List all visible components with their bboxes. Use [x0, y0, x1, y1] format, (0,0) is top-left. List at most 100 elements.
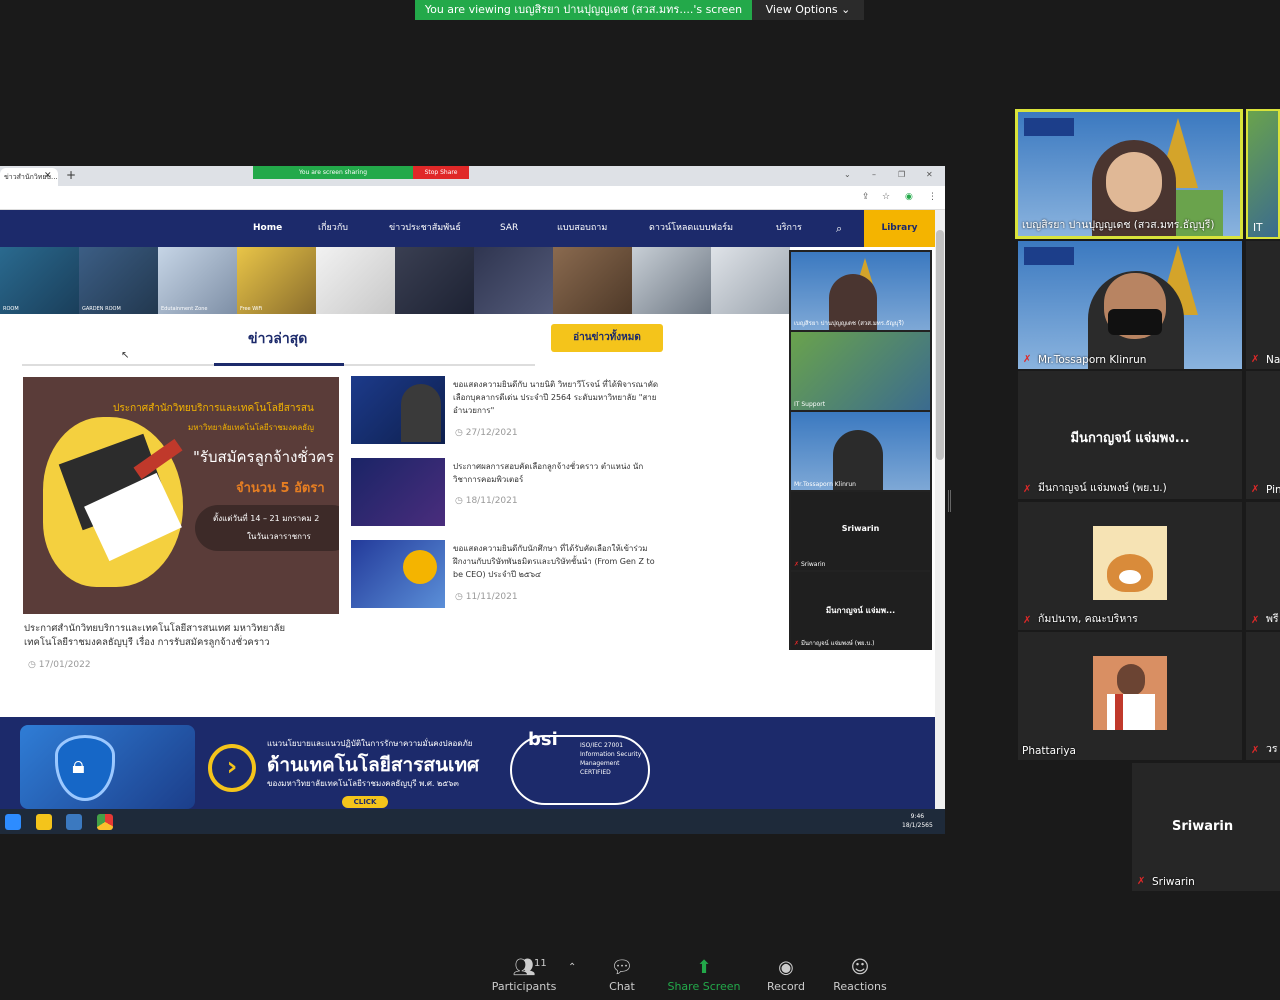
feature-news-title[interactable]: ประกาศสำนักวิทยบริการและเทคโนโลยีสารสนเท… — [24, 622, 324, 650]
window-close-icon[interactable]: ✕ — [926, 170, 933, 179]
share-icon[interactable]: ⇪ — [862, 192, 870, 202]
nav-services[interactable]: บริการ — [776, 210, 802, 247]
nav-about[interactable]: เกี่ยวกับ — [318, 210, 348, 247]
profile-icon[interactable]: ◉ — [905, 192, 913, 202]
muted-mic-icon: ✗ — [1137, 876, 1146, 887]
record-button[interactable]: ◉ Record — [746, 956, 826, 993]
clock-date: 18/1/2565 — [902, 822, 933, 829]
view-options-button[interactable]: View Options ⌄ — [752, 0, 864, 20]
banner-title: ด้านเทคโนโลยีสารสนเทศ — [267, 754, 480, 776]
participant-name: Mr.Tossaporn Klinrun — [1038, 354, 1147, 366]
news-item[interactable]: ขอแสดงความยินดีกับนักศึกษา ที่ได้รับคัดเ… — [351, 540, 681, 630]
banner-click-button[interactable]: CLICK — [342, 796, 388, 808]
security-policy-banner[interactable]: 🔒︎ › แนวนโยบายและแนวปฏิบัติในการรักษาควา… — [0, 717, 935, 809]
participant-tile[interactable]: Phattariya — [1018, 632, 1242, 760]
feature-image-line: "รับสมัครลูกจ้างชั่วคร — [193, 448, 335, 466]
minimize-icon[interactable]: – — [872, 170, 876, 179]
news-date-text: 27/12/2021 — [465, 428, 518, 438]
library-button[interactable]: Library — [864, 210, 935, 247]
panel-resize-handle[interactable] — [948, 490, 951, 512]
feature-news-date: ◷ 17/01/2022 — [28, 660, 91, 670]
folder-icon[interactable] — [36, 814, 52, 830]
photo: ROOM — [0, 247, 79, 314]
zoom-app-icon[interactable] — [5, 814, 21, 830]
feature-news-image[interactable]: ประกาศสำนักวิทยบริการและเทคโนโลยีสารสน ม… — [23, 377, 339, 614]
bsi-logo: bsi — [528, 729, 558, 750]
nav-sar[interactable]: SAR — [500, 210, 518, 247]
news-date: ◷ 18/11/2021 — [455, 496, 518, 506]
share-screen-button[interactable]: ⬆ Share Screen — [664, 956, 744, 993]
participants-count: 11 — [534, 958, 547, 969]
taskbar-clock: 9:46 18/1/2565 — [902, 812, 933, 830]
chevron-up-icon[interactable]: ⌃ — [568, 962, 576, 973]
viewing-banner: You are viewing เบญสิรยา ปานปุญญเดช (สวส… — [415, 0, 752, 20]
star-icon[interactable]: ☆ — [882, 192, 890, 202]
participant-name: กัมปนาท, คณะบริหาร — [1038, 613, 1138, 625]
browser-tab[interactable]: ข่าวสำนักวิทยบ... ✕ — [0, 168, 58, 186]
chevron-down-icon[interactable]: ⌄ — [844, 170, 851, 179]
clock-icon: ◷ — [455, 428, 463, 438]
chat-button[interactable]: 💬︎ Chat — [582, 956, 662, 993]
participant-tile-partial[interactable]: ✗ พรี — [1246, 502, 1280, 630]
nav-home[interactable]: Home — [253, 210, 282, 247]
nav-news[interactable]: ข่าวประชาสัมพันธ์ — [389, 210, 461, 247]
participant-avatar — [1093, 526, 1167, 600]
reactions-button[interactable]: ☺︎ Reactions — [820, 956, 900, 993]
inner-participant-name: IT Support — [794, 401, 826, 408]
participant-tile-partial[interactable]: IT — [1246, 109, 1280, 239]
inner-avatar-tile: Sriwarin ✗ Sriwarin — [791, 492, 930, 570]
photo — [711, 247, 790, 314]
inner-center-name: Sriwarin — [841, 524, 880, 533]
participant-tile-partial[interactable]: ✗ วร — [1246, 632, 1280, 760]
photo — [553, 247, 632, 314]
feature-image-line: จำนวน 5 อัตรา — [236, 481, 325, 496]
mouse-cursor-icon: ↖ — [121, 350, 130, 361]
participant-tile[interactable]: Sriwarin ✗ Sriwarin — [1132, 763, 1280, 891]
chrome-icon[interactable] — [97, 814, 113, 830]
scroll-thumb[interactable] — [936, 230, 944, 460]
more-icon[interactable]: ⋮ — [928, 192, 937, 202]
read-all-news-button[interactable]: อ่านข่าวทั้งหมด — [551, 324, 663, 352]
news-thumbnail — [351, 458, 445, 526]
news-date: ◷ 27/12/2021 — [455, 428, 518, 438]
meeting-toolbar: 👥︎ 11 Participants 💬︎ Chat ⬆ Share Scree… — [0, 940, 1280, 1000]
feature-image-line: ประกาศสำนักวิทยบริการและเทคโนโลยีสารสน — [113, 403, 314, 414]
participants-icon: 👥︎ — [512, 957, 536, 978]
muted-mic-icon: ✗ — [1251, 745, 1260, 756]
inner-video-tile: IT Support — [791, 332, 930, 410]
participant-tile-active-speaker[interactable]: เบญสิรยา ปานปุญญเดช (สวส.มทร.ธัญบุรี) — [1015, 109, 1243, 239]
participant-tile-partial[interactable]: ✗ Na — [1246, 241, 1280, 369]
nav-survey[interactable]: แบบสอบถาม — [557, 210, 607, 247]
participant-tile[interactable]: ✗ กัมปนาท, คณะบริหาร — [1018, 502, 1242, 630]
chat-label: Chat — [609, 980, 635, 993]
news-date: ◷ 11/11/2021 — [455, 592, 518, 602]
participants-button[interactable]: 👥︎ 11 Participants — [484, 956, 564, 993]
windows-taskbar: 9:46 18/1/2565 — [0, 809, 945, 834]
news-date-text: 11/11/2021 — [465, 592, 518, 602]
close-icon[interactable]: ✕ — [44, 171, 52, 181]
news-item[interactable]: ประกาศผลการสอบคัดเลือกลูกจ้างชั่วคราว ตำ… — [351, 458, 681, 538]
stop-share-button[interactable]: Stop Share — [413, 166, 469, 179]
new-tab-icon[interactable]: + — [66, 168, 76, 182]
clock-icon: ◷ — [455, 496, 463, 506]
feature-image-line: มหาวิทยาลัยเทคโนโลยีราชมงคลธัญ — [188, 423, 314, 432]
inner-video-tile: Mr.Tossaporn Klinrun — [791, 412, 930, 490]
page-scrollbar[interactable] — [935, 210, 945, 810]
photos-icon[interactable] — [66, 814, 82, 830]
participant-name: Na — [1266, 354, 1280, 366]
participant-name: มีนกาญจน์ แจ่มพงษ์ (พย.บ.) — [1038, 482, 1167, 494]
muted-mic-icon: ✗ — [1251, 354, 1260, 365]
participant-name: Sriwarin — [1152, 876, 1195, 888]
participant-name: วร — [1266, 743, 1278, 755]
shared-screen: ข่าวสำนักวิทยบ... ✕ + You are screen sha… — [0, 166, 945, 834]
nav-download[interactable]: ดาวน์โหลดแบบฟอร์ม — [649, 210, 733, 247]
participant-tile-partial[interactable]: ✗ Pin — [1246, 371, 1280, 499]
participant-tile[interactable]: มีนกาญจน์ แจ่มพง... ✗ มีนกาญจน์ แจ่มพงษ์… — [1018, 371, 1242, 499]
lock-icon: 🔒︎ — [72, 751, 85, 779]
inner-participant-name: Mr.Tossaporn Klinrun — [794, 481, 856, 488]
news-item[interactable]: ขอแสดงความยินดีกับ นายนิติ วิทยาวีโรจน์ … — [351, 376, 681, 466]
inner-participant-name: ✗ มีนกาญจน์ แจ่มพงษ์ (พย.บ.) — [794, 640, 875, 647]
participant-tile[interactable]: ✗ Mr.Tossaporn Klinrun — [1018, 241, 1242, 369]
maximize-icon[interactable]: ❐ — [898, 170, 905, 179]
search-icon[interactable]: ⌕ — [836, 222, 842, 236]
